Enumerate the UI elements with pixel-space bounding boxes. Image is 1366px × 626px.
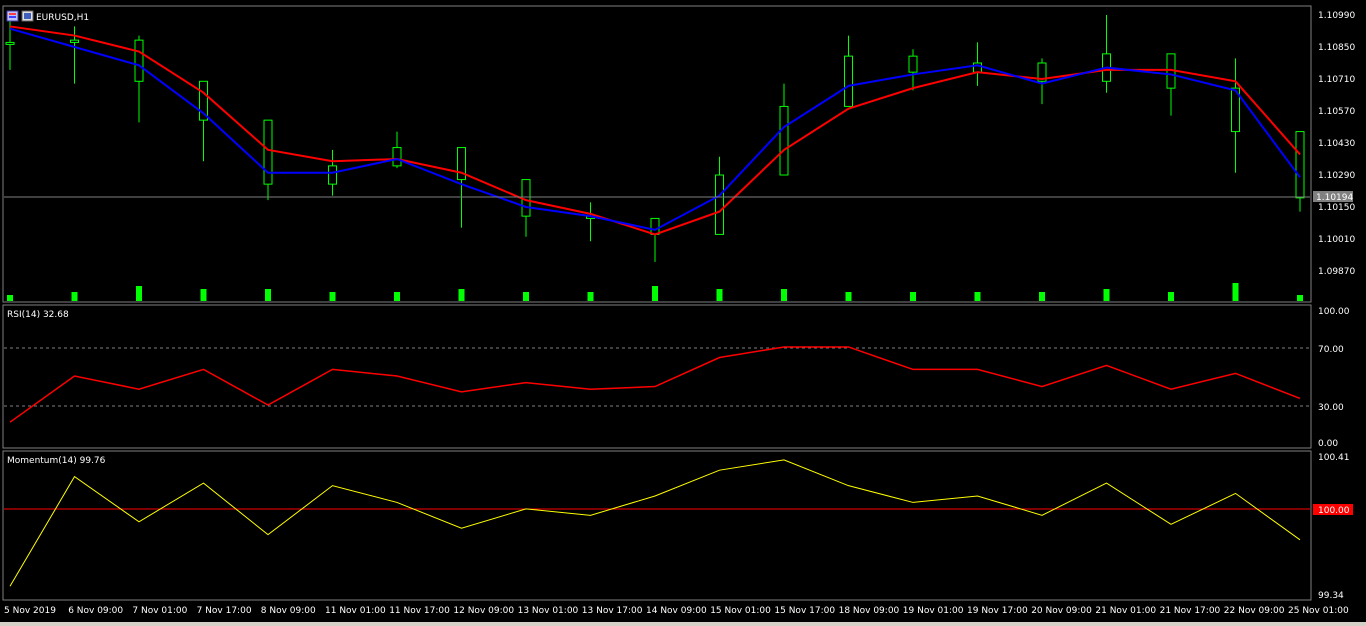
chart-config-icon[interactable] bbox=[21, 10, 34, 22]
time-tick-label: 21 Nov 01:00 bbox=[1095, 606, 1156, 616]
volume-bar bbox=[458, 289, 465, 301]
rsi-tick: 70.00 bbox=[1318, 345, 1344, 355]
momentum-label: Momentum(14) 99.76 bbox=[7, 456, 106, 466]
price-axis: 1.10990 1.10850 1.10710 1.10570 1.10430 … bbox=[1318, 11, 1355, 277]
chart-window: EURUSD,H1 RSI(14) 32.68 Momentum(14) 99.… bbox=[0, 0, 1366, 622]
time-tick-label: 22 Nov 09:00 bbox=[1224, 606, 1285, 616]
candle-body bbox=[521, 179, 531, 217]
price-tick: 1.10710 bbox=[1318, 75, 1355, 85]
candle-body bbox=[134, 39, 144, 82]
price-tick: 1.10150 bbox=[1318, 203, 1355, 213]
time-tick-label: 13 Nov 17:00 bbox=[582, 606, 643, 616]
time-tick-label: 19 Nov 17:00 bbox=[967, 606, 1028, 616]
time-tick-label: 14 Nov 09:00 bbox=[646, 606, 707, 616]
volume-bar bbox=[781, 289, 787, 301]
rsi-tick: 0.00 bbox=[1318, 439, 1338, 449]
time-tick-label: 25 Nov 01:00 bbox=[1288, 606, 1349, 616]
candle-body bbox=[844, 55, 853, 107]
price-tick: 1.10990 bbox=[1318, 11, 1355, 21]
price-tick: 1.10010 bbox=[1318, 235, 1355, 245]
rsi-label: RSI(14) 32.68 bbox=[7, 310, 69, 320]
volume-bar bbox=[587, 292, 594, 301]
rsi-tick: 100.00 bbox=[1318, 307, 1350, 317]
time-tick-label: 21 Nov 17:00 bbox=[1160, 606, 1221, 616]
time-tick-label: 11 Nov 17:00 bbox=[389, 606, 450, 616]
momentum-ref-label: 100.00 bbox=[1318, 506, 1350, 516]
time-tick-label: 6 Nov 09:00 bbox=[68, 606, 123, 616]
candle-body bbox=[5, 41, 15, 45]
volume-bar bbox=[1297, 295, 1303, 301]
volume-bar bbox=[1232, 283, 1239, 301]
rsi-tick: 30.00 bbox=[1318, 403, 1344, 413]
candle-body bbox=[908, 55, 918, 73]
price-tick: 1.10850 bbox=[1318, 43, 1355, 53]
volume-bar bbox=[265, 289, 271, 301]
candle-body bbox=[70, 39, 79, 43]
volume-bar bbox=[71, 292, 78, 301]
volume-bar bbox=[523, 292, 529, 301]
volume-bar bbox=[7, 295, 13, 301]
time-tick-label: 15 Nov 01:00 bbox=[710, 606, 771, 616]
symbol-title: EURUSD,H1 bbox=[36, 13, 89, 23]
price-tick: 1.09870 bbox=[1318, 267, 1355, 277]
candle-body bbox=[328, 165, 337, 185]
volume-bar bbox=[910, 292, 916, 301]
time-tick-label: 8 Nov 09:00 bbox=[261, 606, 316, 616]
time-tick-label: 7 Nov 01:00 bbox=[132, 606, 187, 616]
volume-bar bbox=[1039, 292, 1045, 301]
time-tick-label: 5 Nov 2019 bbox=[4, 606, 56, 616]
time-tick-label: 20 Nov 09:00 bbox=[1031, 606, 1092, 616]
candle-body bbox=[1295, 131, 1305, 199]
volume-bar bbox=[652, 286, 658, 301]
time-tick-label: 18 Nov 09:00 bbox=[839, 606, 900, 616]
chart-window-icon[interactable] bbox=[6, 10, 19, 22]
volume-bar bbox=[136, 286, 142, 301]
time-tick-label: 7 Nov 17:00 bbox=[197, 606, 252, 616]
candle-body bbox=[263, 119, 273, 185]
time-tick-label: 19 Nov 01:00 bbox=[903, 606, 964, 616]
volume-bar bbox=[1103, 289, 1110, 301]
volume-bar bbox=[716, 289, 723, 301]
chart-canvas[interactable]: EURUSD,H1 RSI(14) 32.68 Momentum(14) 99.… bbox=[0, 0, 1366, 622]
volume-bar bbox=[845, 292, 852, 301]
price-tick: 1.10430 bbox=[1318, 139, 1355, 149]
candle-body bbox=[779, 105, 789, 176]
price-tick: 1.10290 bbox=[1318, 171, 1355, 181]
candle-body bbox=[650, 217, 660, 235]
volume-bar bbox=[200, 289, 207, 301]
time-tick-label: 12 Nov 09:00 bbox=[453, 606, 514, 616]
momentum-tick: 99.34 bbox=[1318, 591, 1344, 601]
time-axis: 5 Nov 2019 6 Nov 09:00 7 Nov 01:00 7 Nov 17… bbox=[4, 606, 1349, 616]
volume-bar bbox=[1168, 292, 1174, 301]
momentum-tick: 100.41 bbox=[1318, 453, 1350, 463]
volume-bar bbox=[394, 292, 400, 301]
volume-bar bbox=[329, 292, 336, 301]
time-tick-label: 11 Nov 01:00 bbox=[325, 606, 386, 616]
price-tick: 1.10570 bbox=[1318, 107, 1355, 117]
volume-bar bbox=[974, 292, 981, 301]
time-tick-label: 13 Nov 01:00 bbox=[518, 606, 579, 616]
current-price-label: 1.10194 bbox=[1316, 193, 1353, 203]
candle-body bbox=[715, 174, 724, 235]
time-tick-label: 15 Nov 17:00 bbox=[774, 606, 835, 616]
candle-body bbox=[392, 147, 402, 167]
